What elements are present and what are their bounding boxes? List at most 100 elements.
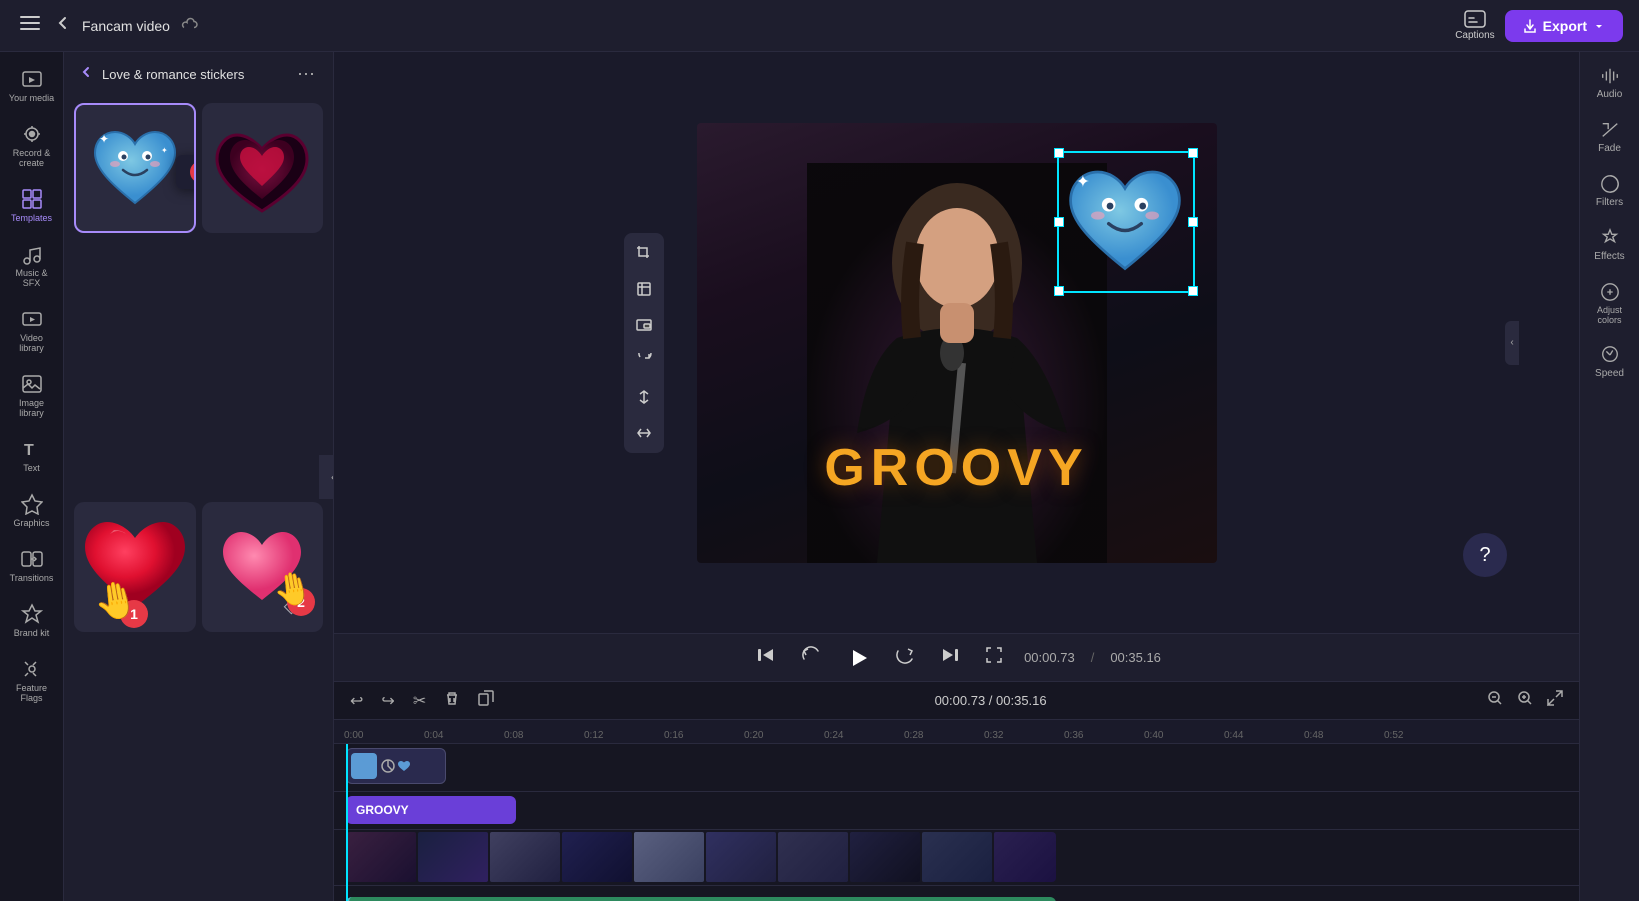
right-toolbar: Audio Fade Filters Effects	[1579, 52, 1639, 901]
ruler-tick: 0:16	[664, 730, 744, 741]
video-preview: GROOVY	[697, 123, 1217, 563]
ruler-tick: 0:28	[904, 730, 984, 741]
timeline-toolbar: ↩ ↪ ✂ 00:00.73 / 00:35.16	[334, 682, 1579, 720]
video-thumb-9	[922, 832, 992, 882]
zoom-out-button[interactable]	[1483, 686, 1507, 715]
canvas-tool-transform[interactable]	[628, 273, 660, 305]
audio-track-clip[interactable]: ♪ Get going	[346, 897, 1056, 901]
right-tool-audio-label: Audio	[1597, 89, 1623, 100]
groovy-text: GROOVY	[697, 438, 1217, 498]
sidebar-label-video-library: Video library	[8, 333, 56, 353]
sticker-cell-heart-pink[interactable]: ◇ 🤚 2	[202, 502, 324, 632]
sticker-more-button[interactable]: ⋯	[293, 64, 319, 85]
right-tool-adjust-label: Adjustcolors	[1597, 305, 1622, 325]
playhead[interactable]	[346, 744, 348, 901]
ruler-tick: 0:20	[744, 730, 824, 741]
sidebar-item-transitions[interactable]: Transitions	[4, 540, 60, 591]
timeline-ruler: 0:00 0:04 0:08 0:12 0:16 0:20 0:24 0:28 …	[334, 720, 1579, 744]
menu-button[interactable]	[16, 9, 44, 42]
play-button[interactable]	[840, 640, 876, 676]
topbar-left: Fancam video	[16, 9, 814, 42]
ruler-tick: 0:04	[424, 730, 504, 741]
sticker-cell-heart-red[interactable]: 🤚 1	[74, 502, 196, 632]
forward-button[interactable]	[892, 641, 920, 674]
right-tool-filters-label: Filters	[1596, 197, 1623, 208]
timeline-undo-button[interactable]: ↩	[346, 687, 367, 715]
svg-text:✦: ✦	[1076, 173, 1090, 191]
video-thumb-4	[562, 832, 632, 882]
ruler-tick: 0:48	[1304, 730, 1384, 741]
rewind-button[interactable]	[796, 641, 824, 674]
fullscreen-button[interactable]	[980, 641, 1008, 674]
sidebar-label-your-media: Your media	[9, 93, 54, 103]
sidebar-item-brand-kit[interactable]: Brand kit	[4, 595, 60, 646]
sidebar-item-record-create[interactable]: Record &create	[4, 115, 60, 176]
video-thumb-8	[850, 832, 920, 882]
timeline-cut-button[interactable]: ✂	[409, 687, 430, 715]
timeline-expand-button[interactable]	[1543, 686, 1567, 715]
time-display: 00:00.73	[1024, 650, 1075, 665]
sidebar-label-graphics: Graphics	[13, 518, 49, 528]
right-panel-collapse-button[interactable]: ‹	[1505, 321, 1519, 365]
sidebar-label-record-create: Record &create	[13, 148, 51, 168]
add-to-timeline-tooltip: + Add to timeline	[176, 155, 196, 189]
skip-forward-button[interactable]	[936, 641, 964, 674]
captions-button[interactable]: Captions	[1455, 10, 1494, 41]
help-button[interactable]: ?	[1463, 533, 1507, 577]
ruler-tick: 0:00	[344, 730, 424, 741]
cursor-badge-2: 2	[287, 588, 315, 616]
ruler-tick: 0:52	[1384, 730, 1464, 741]
canvas-tool-crop[interactable]	[628, 237, 660, 269]
sticker-cell-heart-dark[interactable]	[202, 103, 324, 233]
sticker-cell-heart-blue[interactable]: ✦ ✦ + Add to timeline	[74, 103, 196, 233]
selected-sticker-overlay[interactable]: ✦	[1057, 151, 1195, 293]
sidebar-item-graphics[interactable]: Graphics	[4, 485, 60, 536]
ruler-tick: 0:32	[984, 730, 1064, 741]
sidebar-item-video-library[interactable]: Video library	[4, 300, 60, 361]
right-tool-fade[interactable]: Fade	[1584, 114, 1636, 160]
text-track-clip[interactable]: GROOVY	[346, 796, 516, 824]
timeline-time-display: 00:00.73 / 00:35.16	[508, 693, 1473, 708]
canvas-area: GROOVY	[334, 52, 1579, 633]
cursor-badge-1: 1	[120, 600, 148, 628]
video-track-clip[interactable]	[346, 832, 1056, 882]
sidebar-icons: Your media Record &create Templates	[0, 52, 64, 901]
sidebar-item-your-media[interactable]: Your media	[4, 60, 60, 111]
text-track-label: GROOVY	[356, 803, 409, 817]
timeline-redo-button[interactable]: ↪	[377, 687, 398, 715]
sticker-panel-back-button[interactable]	[78, 64, 94, 85]
timeline-duplicate-button[interactable]	[474, 686, 498, 715]
canvas-tool-picture-in-picture[interactable]	[628, 309, 660, 341]
ruler-tick: 0:40	[1144, 730, 1224, 741]
video-thumb-7	[778, 832, 848, 882]
video-track	[334, 830, 1579, 886]
right-tool-effects[interactable]: Effects	[1584, 222, 1636, 268]
sidebar-item-feature-flags[interactable]: FeatureFlags	[4, 650, 60, 711]
zoom-in-button[interactable]	[1513, 686, 1537, 715]
cloud-save-icon	[180, 17, 198, 34]
canvas-tool-rotate[interactable]	[628, 345, 660, 377]
skip-back-button[interactable]	[752, 641, 780, 674]
canvas-left-toolbar	[624, 233, 664, 453]
back-button[interactable]	[54, 14, 72, 37]
help-icon: ?	[1479, 544, 1490, 567]
captions-label: Captions	[1455, 30, 1494, 41]
panel-collapse-button[interactable]: ‹	[319, 455, 334, 499]
sidebar-item-image-library[interactable]: Imagelibrary	[4, 365, 60, 426]
canvas-tool-flip-vertical[interactable]	[628, 417, 660, 449]
sticker-track-clip[interactable]	[346, 748, 446, 784]
svg-text:T: T	[24, 442, 34, 459]
badge-2-label: 2	[297, 594, 305, 610]
timeline-delete-button[interactable]	[440, 686, 464, 715]
sidebar-item-templates[interactable]: Templates	[4, 180, 60, 231]
ruler-tick: 0:08	[504, 730, 584, 741]
right-tool-adjust[interactable]: Adjustcolors	[1584, 276, 1636, 331]
right-tool-audio[interactable]: Audio	[1584, 60, 1636, 106]
canvas-tool-flip-horizontal[interactable]	[628, 381, 660, 413]
topbar-right: Captions Export	[826, 10, 1624, 42]
right-tool-filters[interactable]: Filters	[1584, 168, 1636, 214]
right-tool-speed[interactable]: Speed	[1584, 339, 1636, 385]
export-button[interactable]: Export	[1505, 10, 1623, 42]
sidebar-item-music-sfx[interactable]: Music & SFX	[4, 235, 60, 296]
sidebar-item-text[interactable]: T Text	[4, 430, 60, 481]
